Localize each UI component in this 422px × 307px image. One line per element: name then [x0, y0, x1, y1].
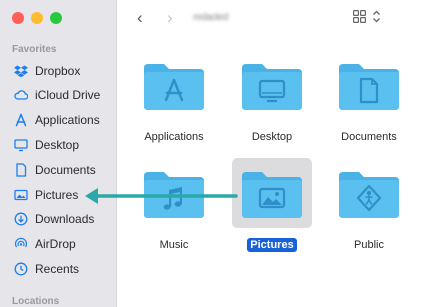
picture-icon: [14, 188, 28, 202]
clock-icon: [14, 262, 28, 276]
forward-button[interactable]: ›: [167, 9, 173, 26]
download-icon: [14, 212, 28, 226]
applications-folder-icon: [144, 64, 204, 110]
sidebar-item-applications[interactable]: Applications: [14, 110, 100, 130]
window-controls: [12, 12, 62, 24]
folder-item-documents[interactable]: Documents: [321, 50, 417, 144]
folder-item-desktop[interactable]: Desktop: [224, 50, 320, 144]
sidebar: Favorites Dropbox iCloud Drive Applicati…: [0, 0, 117, 307]
sidebar-item-label: Downloads: [35, 212, 95, 226]
sidebar-item-label: Pictures: [35, 188, 79, 202]
toolbar: ‹ › redacted: [117, 0, 422, 36]
item-label: Pictures: [247, 238, 297, 252]
cloud-icon: [14, 88, 28, 102]
sidebar-item-desktop[interactable]: Desktop: [14, 135, 79, 155]
desktop-icon: [14, 138, 28, 152]
sidebar-item-airdrop[interactable]: AirDrop: [14, 234, 76, 254]
desktop-folder-icon: [242, 64, 302, 110]
sidebar-item-label: Documents: [35, 163, 96, 177]
drag-annotation-arrow: [85, 188, 238, 204]
window-title: redacted: [193, 12, 228, 23]
folder-item-applications[interactable]: Applications: [126, 50, 222, 144]
airdrop-icon: [14, 237, 28, 251]
sidebar-item-label: Desktop: [35, 138, 80, 152]
grid-view-icon: [353, 10, 367, 28]
sidebar-item-pictures[interactable]: Pictures: [14, 185, 78, 205]
locations-heading: Locations: [12, 296, 60, 307]
close-window-button[interactable]: [12, 12, 24, 24]
sidebar-item-documents[interactable]: Documents: [14, 160, 96, 180]
minimize-window-button[interactable]: [31, 12, 43, 24]
sidebar-item-recents[interactable]: Recents: [14, 259, 79, 279]
sidebar-item-label: Recents: [35, 262, 80, 276]
back-button[interactable]: ‹: [137, 9, 143, 26]
item-label: Music: [159, 239, 189, 251]
view-mode-toggle[interactable]: [353, 10, 381, 28]
applications-icon: [14, 113, 28, 127]
sidebar-item-downloads[interactable]: Downloads: [14, 209, 94, 229]
item-label: Public: [354, 239, 384, 251]
sidebar-item-label: AirDrop: [35, 237, 76, 251]
item-label: Documents: [341, 131, 397, 143]
item-label: Applications: [144, 131, 204, 143]
sidebar-item-label: Applications: [35, 113, 100, 127]
sidebar-item-label: iCloud Drive: [35, 88, 101, 102]
public-folder-icon: [339, 172, 399, 218]
chevron-updown-icon: [372, 10, 381, 28]
documents-folder-icon: [339, 64, 399, 110]
item-label: Desktop: [251, 131, 293, 143]
favorites-heading: Favorites: [12, 44, 57, 55]
dropbox-icon: [14, 64, 28, 78]
pictures-folder-icon: [242, 172, 302, 218]
sidebar-item-label: Dropbox: [35, 64, 81, 78]
sidebar-item-dropbox[interactable]: Dropbox: [14, 61, 80, 81]
maximize-window-button[interactable]: [50, 12, 62, 24]
document-icon: [14, 163, 28, 177]
folder-item-public[interactable]: Public: [321, 158, 417, 252]
sidebar-item-icloud-drive[interactable]: iCloud Drive: [14, 85, 100, 105]
